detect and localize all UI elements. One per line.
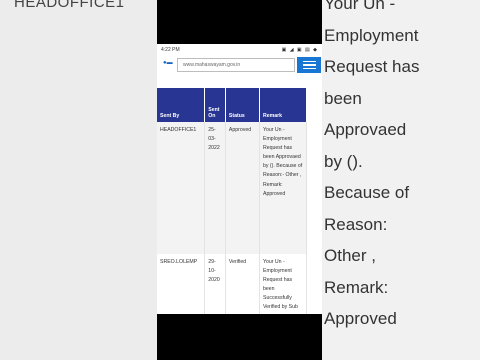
background-text-line: been — [324, 88, 362, 108]
video-background-right: Your Un - Employment Request has been Approv… — [322, 0, 480, 360]
background-text-line: Other , — [324, 246, 376, 265]
status-time: 4:22 PM — [161, 47, 180, 53]
menu-line-icon — [302, 67, 316, 70]
cell-remark: Your Un - Employment Request has been Su… — [259, 254, 307, 314]
browser-toolbar: ●▬ www.mahaswayam.gov.in — [157, 56, 322, 76]
url-field[interactable]: www.mahaswayam.gov.in — [177, 58, 295, 72]
request-history-table: Sent By Sent On Status Remark HEADOFFICE… — [157, 88, 307, 314]
table-row: HEADOFFICE1 25-03-2022 Approved Your Un … — [157, 122, 307, 254]
status-bar: 4:22 PM ▣ ◢ ▣ ▤ ◆ — [157, 44, 322, 56]
background-text-line: Approvaed — [324, 120, 407, 139]
column-header-remark: Remark — [259, 88, 307, 122]
background-text-line: Request has — [324, 57, 420, 76]
background-text-left: HEADOFFICE1 — [14, 0, 125, 11]
column-header-status: Status — [225, 88, 261, 122]
table-header-row: Sent By Sent On Status Remark — [157, 88, 307, 122]
tabs-icon[interactable]: ●▬ — [163, 60, 173, 66]
status-icons: ▣ ◢ ▣ ▤ ◆ — [281, 47, 318, 53]
cell-sent-on: 29-10-2020 — [204, 254, 226, 314]
table-row: SREO.LOLEMP 29-10-2020 Verified Your Un … — [157, 254, 307, 314]
background-text-line: by (). — [324, 151, 363, 171]
hamburger-menu-button[interactable] — [297, 57, 321, 73]
column-header-sent-by: Sent By — [157, 88, 206, 122]
background-text-line: Because of — [324, 183, 410, 202]
background-text-line: Reason: — [324, 214, 388, 234]
phone-screen: 4:22 PM ▣ ◢ ▣ ▤ ◆ ●▬ www.mahaswayam.gov.… — [157, 44, 322, 314]
cell-status: Verified — [225, 254, 261, 314]
column-header-sent-on: Sent On — [204, 88, 226, 122]
background-text-line: Approved — [324, 309, 397, 328]
background-text-line: Employment — [324, 25, 419, 45]
cell-sent-by: HEADOFFICE1 — [157, 122, 206, 254]
menu-line-icon — [302, 60, 316, 63]
cell-sent-on: 25-03-2022 — [204, 122, 226, 254]
video-background-left: HEADOFFICE1 — [0, 0, 157, 360]
background-text-line: Remark: — [324, 277, 389, 297]
cell-remark: Your Un - Employment Request has been Ap… — [259, 122, 307, 254]
menu-line-icon — [302, 64, 316, 66]
background-text-line: Your Un - — [324, 0, 396, 13]
cell-sent-by: SREO.LOLEMP — [157, 254, 206, 314]
cell-status: Approved — [225, 122, 261, 254]
